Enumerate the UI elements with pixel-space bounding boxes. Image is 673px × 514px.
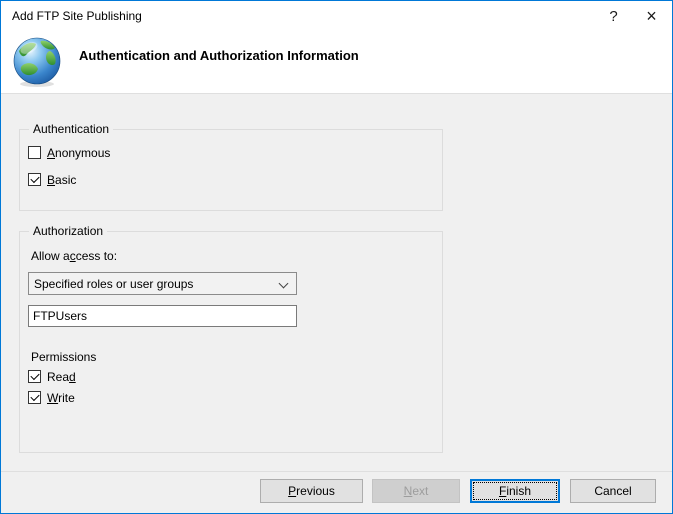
basic-checkbox-row[interactable]: Basic: [28, 172, 76, 187]
globe-icon: [12, 36, 62, 88]
allow-access-selected-value: Specified roles or user groups: [34, 277, 193, 291]
anonymous-checkbox-label[interactable]: Anonymous: [47, 146, 110, 160]
basic-checkbox-label[interactable]: Basic: [47, 173, 76, 187]
anonymous-checkbox-row[interactable]: Anonymous: [28, 145, 110, 160]
close-button[interactable]: ×: [635, 1, 668, 31]
window-title: Add FTP Site Publishing: [12, 9, 142, 23]
read-checkbox-label[interactable]: Read: [47, 370, 76, 384]
allow-access-select[interactable]: Specified roles or user groups: [28, 272, 297, 295]
page-title: Authentication and Authorization Informa…: [79, 48, 359, 63]
write-checkbox-row[interactable]: Write: [28, 390, 75, 405]
authorization-group: Authorization: [19, 231, 443, 453]
footer-separator: [1, 471, 672, 472]
write-checkbox[interactable]: [28, 391, 41, 404]
next-button: Next: [372, 479, 460, 503]
wizard-header: Authentication and Authorization Informa…: [1, 32, 672, 93]
authentication-group-label: Authentication: [29, 122, 113, 136]
read-checkbox-row[interactable]: Read: [28, 369, 76, 384]
basic-checkbox[interactable]: [28, 173, 41, 186]
allow-access-label: Allow access to:: [31, 249, 117, 263]
close-icon: ×: [646, 7, 657, 25]
previous-button[interactable]: Previous: [260, 479, 363, 503]
finish-button[interactable]: Finish: [470, 479, 560, 503]
titlebar: Add FTP Site Publishing ? ×: [1, 1, 672, 32]
authorization-group-label: Authorization: [29, 224, 107, 238]
cancel-button[interactable]: Cancel: [570, 479, 656, 503]
anonymous-checkbox[interactable]: [28, 146, 41, 159]
help-button[interactable]: ?: [597, 1, 630, 31]
write-checkbox-label[interactable]: Write: [47, 391, 75, 405]
chevron-down-icon: [279, 279, 289, 289]
help-icon: ?: [609, 9, 617, 24]
permissions-label: Permissions: [31, 350, 96, 364]
header-separator: [1, 93, 672, 94]
add-ftp-site-publishing-dialog: Add FTP Site Publishing ? ×: [0, 0, 673, 514]
authentication-group: Authentication: [19, 129, 443, 211]
users-input[interactable]: [28, 305, 297, 327]
read-checkbox[interactable]: [28, 370, 41, 383]
